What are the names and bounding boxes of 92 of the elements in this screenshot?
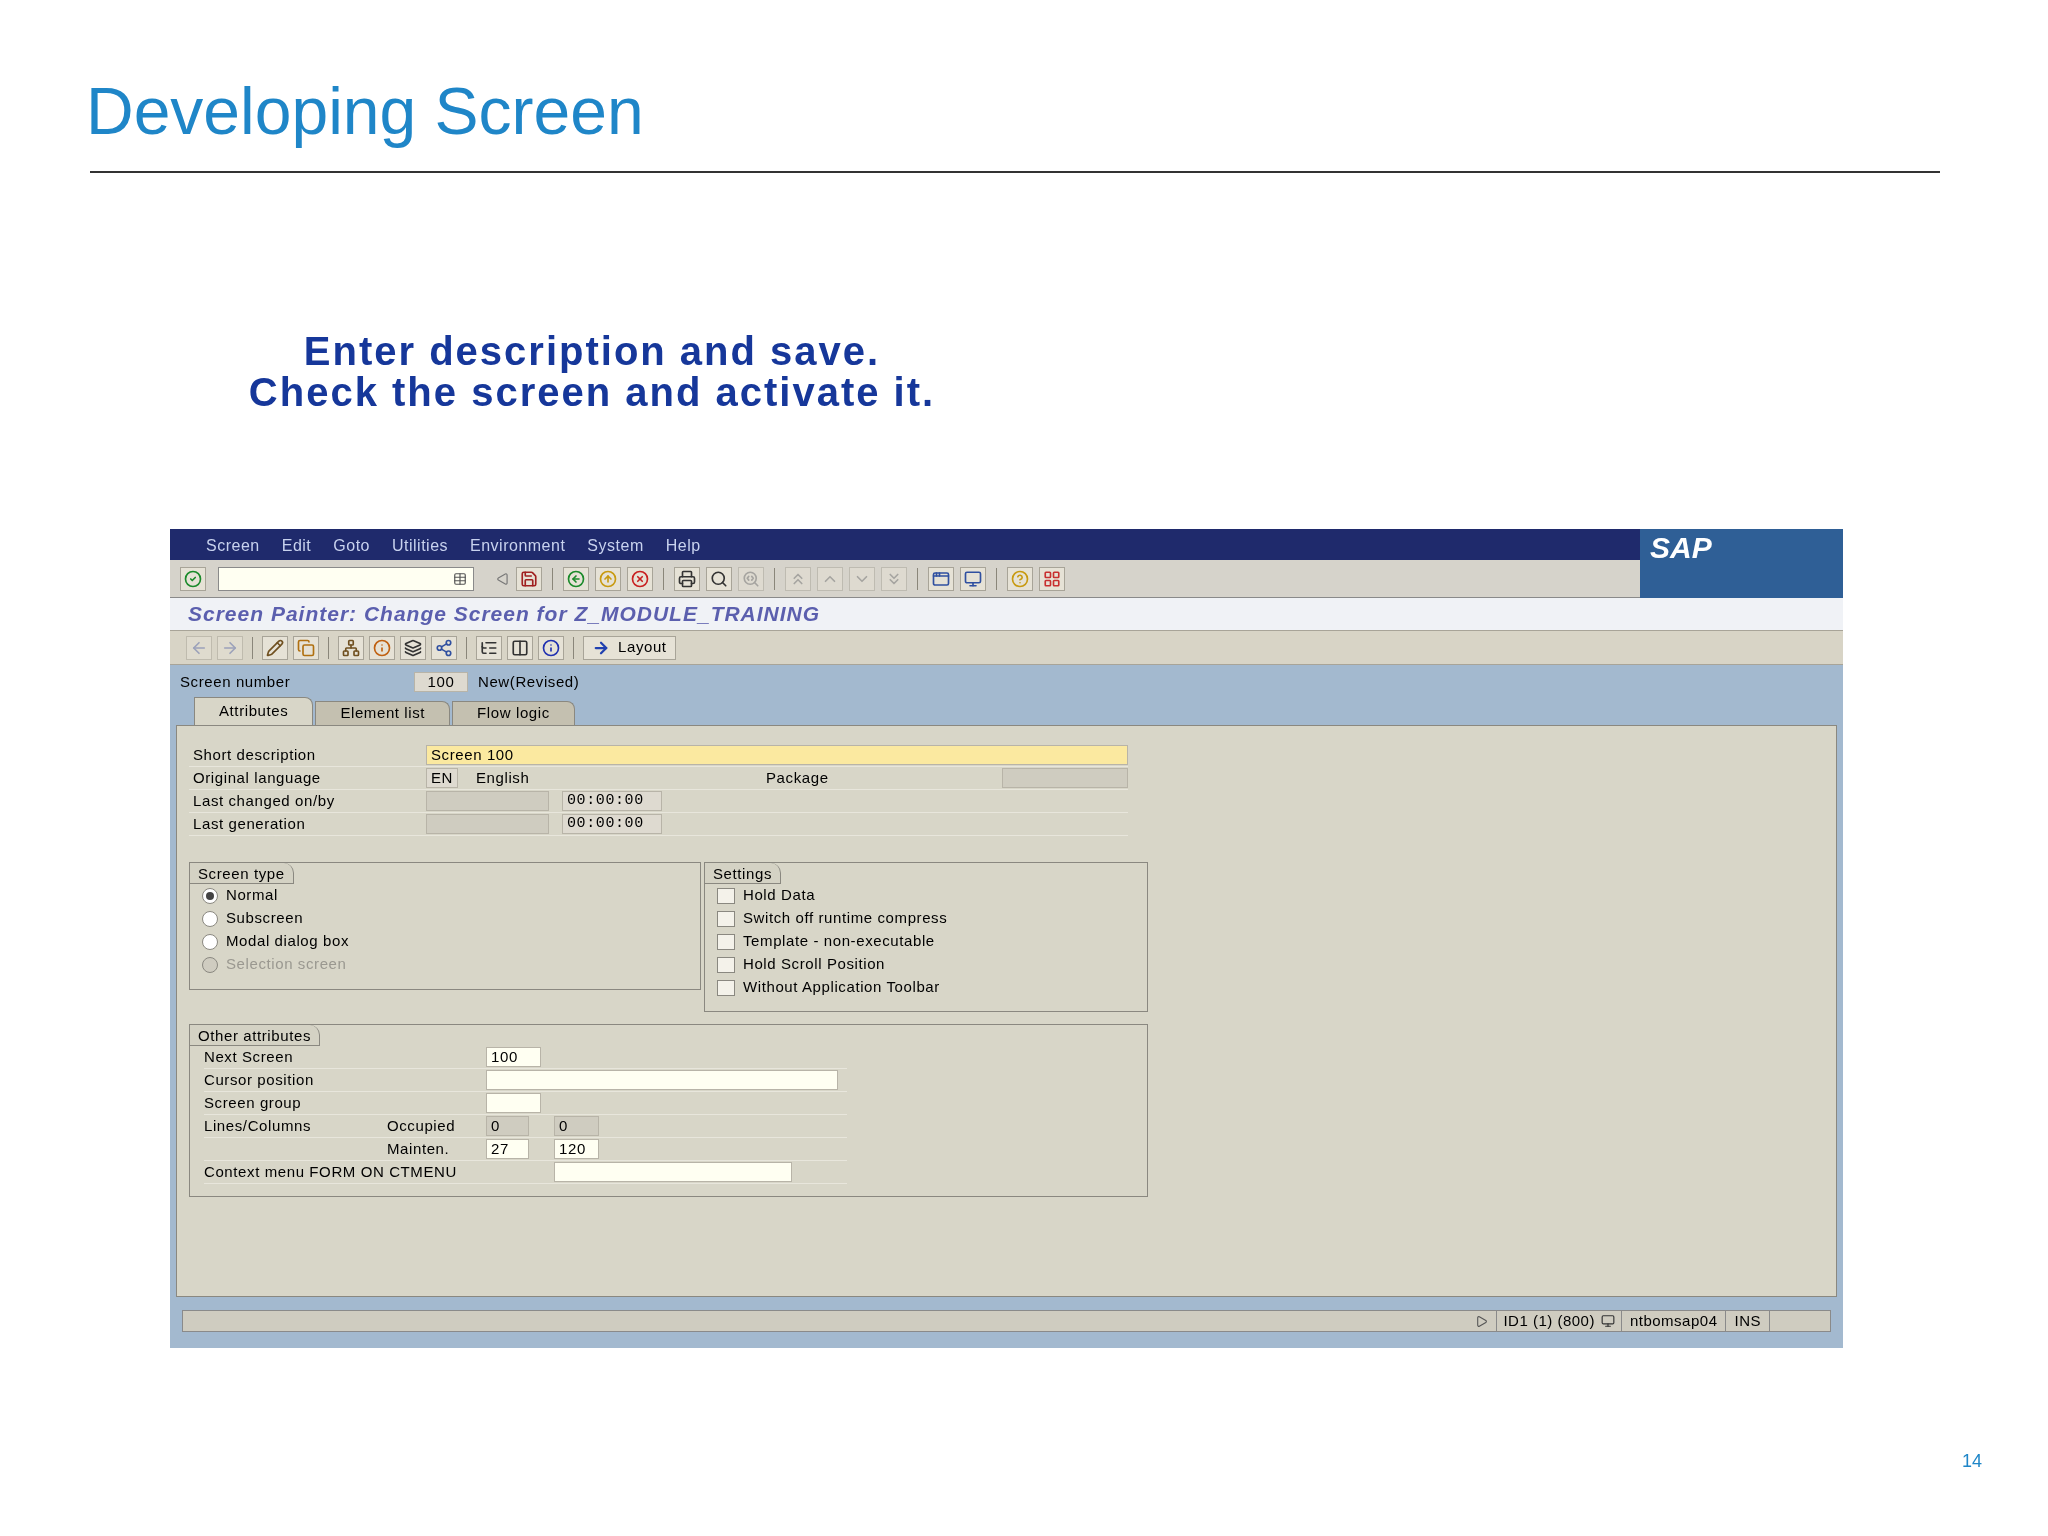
screen-title: Screen Painter: Change Screen for Z_MODULE_TRAINING	[188, 601, 821, 628]
layers-icon[interactable]	[400, 635, 426, 660]
field-label: Original language	[192, 767, 322, 788]
back-icon[interactable]	[563, 566, 589, 591]
generation-field[interactable]	[426, 814, 549, 834]
instruction-text: Enter description and save.	[303, 331, 881, 372]
menu-item[interactable]: Environment	[470, 534, 566, 558]
menu-item[interactable]: Goto	[333, 534, 370, 558]
status-text: New(Revised)	[478, 671, 580, 692]
share-icon[interactable]	[431, 635, 457, 660]
field-label: Package	[766, 767, 830, 788]
cancel-icon[interactable]	[627, 566, 653, 591]
screen-group-field[interactable]	[486, 1093, 541, 1113]
context-menu-field[interactable]	[554, 1162, 792, 1182]
columns-field[interactable]: 120	[554, 1139, 599, 1159]
menu-item[interactable]: Screen	[206, 534, 260, 558]
lines-field[interactable]: 27	[486, 1139, 529, 1159]
page-number: 14	[1961, 1450, 1982, 1473]
sap-logo: SAP	[1640, 529, 1843, 598]
field-label: Next Screen	[204, 1046, 295, 1067]
pencil-icon[interactable]	[262, 635, 288, 660]
hierarchy-icon[interactable]	[338, 635, 364, 660]
new-window-icon[interactable]	[928, 566, 954, 591]
menu-item[interactable]: System	[587, 534, 644, 558]
field-label: Context menu FORM ON CTMENU	[204, 1161, 458, 1182]
time-field[interactable]: 00:00:00	[562, 814, 662, 834]
columns-icon[interactable]	[507, 635, 533, 660]
checkbox[interactable]	[717, 956, 735, 973]
tab[interactable]: Flow logic	[452, 701, 575, 725]
radio-button[interactable]	[202, 887, 218, 904]
command-field[interactable]	[218, 566, 474, 591]
radio-label: Modal dialog box	[226, 931, 349, 952]
group-title: Other attributes	[190, 1025, 320, 1046]
field-label: Last generation	[192, 813, 307, 834]
field-label: Occupied	[387, 1115, 457, 1136]
columns-field[interactable]: 0	[554, 1116, 599, 1136]
checkbox-label: Hold Scroll Position	[743, 954, 886, 975]
cursor-position-field[interactable]	[486, 1070, 838, 1090]
radio-button[interactable]	[202, 910, 218, 927]
info-icon[interactable]	[369, 635, 395, 660]
tab[interactable]: Attributes	[194, 697, 314, 725]
checkbox[interactable]	[717, 933, 735, 950]
radio-label: Selection screen	[226, 954, 347, 975]
search-icon[interactable]	[706, 566, 732, 591]
radio-label: Normal	[226, 885, 278, 906]
system-info: ID1 (1) (800)	[1496, 1309, 1601, 1333]
tab[interactable]: Element list	[315, 701, 451, 725]
check-icon[interactable]	[180, 566, 206, 591]
triangle-icon	[496, 571, 510, 586]
checkbox-label: Hold Data	[743, 885, 816, 906]
lines-field[interactable]: 0	[486, 1116, 529, 1136]
checkbox[interactable]	[717, 910, 735, 927]
session-icon	[1600, 1314, 1615, 1328]
checkbox[interactable]	[717, 887, 735, 904]
save-icon[interactable]	[516, 566, 542, 591]
next-screen-field[interactable]: 100	[486, 1047, 541, 1067]
short-description-field[interactable]: Screen 100	[426, 745, 1128, 765]
checkbox-label: Without Application Toolbar	[743, 977, 940, 998]
field-label: Last changed on/by	[192, 790, 336, 811]
group-title: Screen type	[190, 863, 294, 884]
group-title: Settings	[705, 863, 781, 884]
checkbox-label: Switch off runtime compress	[743, 908, 948, 929]
instruction-text: Check the screen and activate it.	[248, 372, 936, 413]
copy-icon[interactable]	[293, 635, 319, 660]
language-code-field[interactable]: EN	[426, 768, 458, 788]
field-label: Screen number	[180, 671, 292, 692]
checkbox[interactable]	[717, 979, 735, 996]
package-field[interactable]	[1002, 768, 1128, 788]
input-mode: INS	[1725, 1309, 1770, 1333]
time-field[interactable]: 00:00:00	[562, 791, 662, 811]
radio-label: Subscreen	[226, 908, 304, 929]
radio-button[interactable]	[202, 933, 218, 950]
changed-by-field[interactable]	[426, 791, 549, 811]
checkbox-label: Template - non-executable	[743, 931, 935, 952]
menu-item[interactable]: Utilities	[391, 534, 449, 558]
screen-number-field[interactable]: 100	[414, 672, 468, 692]
menu-item[interactable]: Help	[665, 534, 701, 558]
field-label: Screen group	[204, 1092, 303, 1113]
language-name: English	[476, 767, 531, 788]
field-label: Mainten.	[387, 1138, 451, 1159]
tree-icon[interactable]	[476, 635, 502, 660]
server-name: ntbomsap04	[1620, 1309, 1726, 1333]
help-icon[interactable]	[1007, 566, 1033, 591]
layout-grid-icon[interactable]	[1039, 566, 1065, 591]
layout-button[interactable]: Layout	[583, 635, 676, 660]
field-label: Lines/Columns	[204, 1115, 312, 1136]
menu-item[interactable]: Edit	[281, 534, 312, 558]
print-icon[interactable]	[674, 566, 700, 591]
field-label: Short description	[192, 744, 317, 765]
field-label: Cursor position	[204, 1069, 315, 1090]
triangle-icon	[1475, 1314, 1489, 1328]
info-icon[interactable]	[538, 635, 564, 660]
